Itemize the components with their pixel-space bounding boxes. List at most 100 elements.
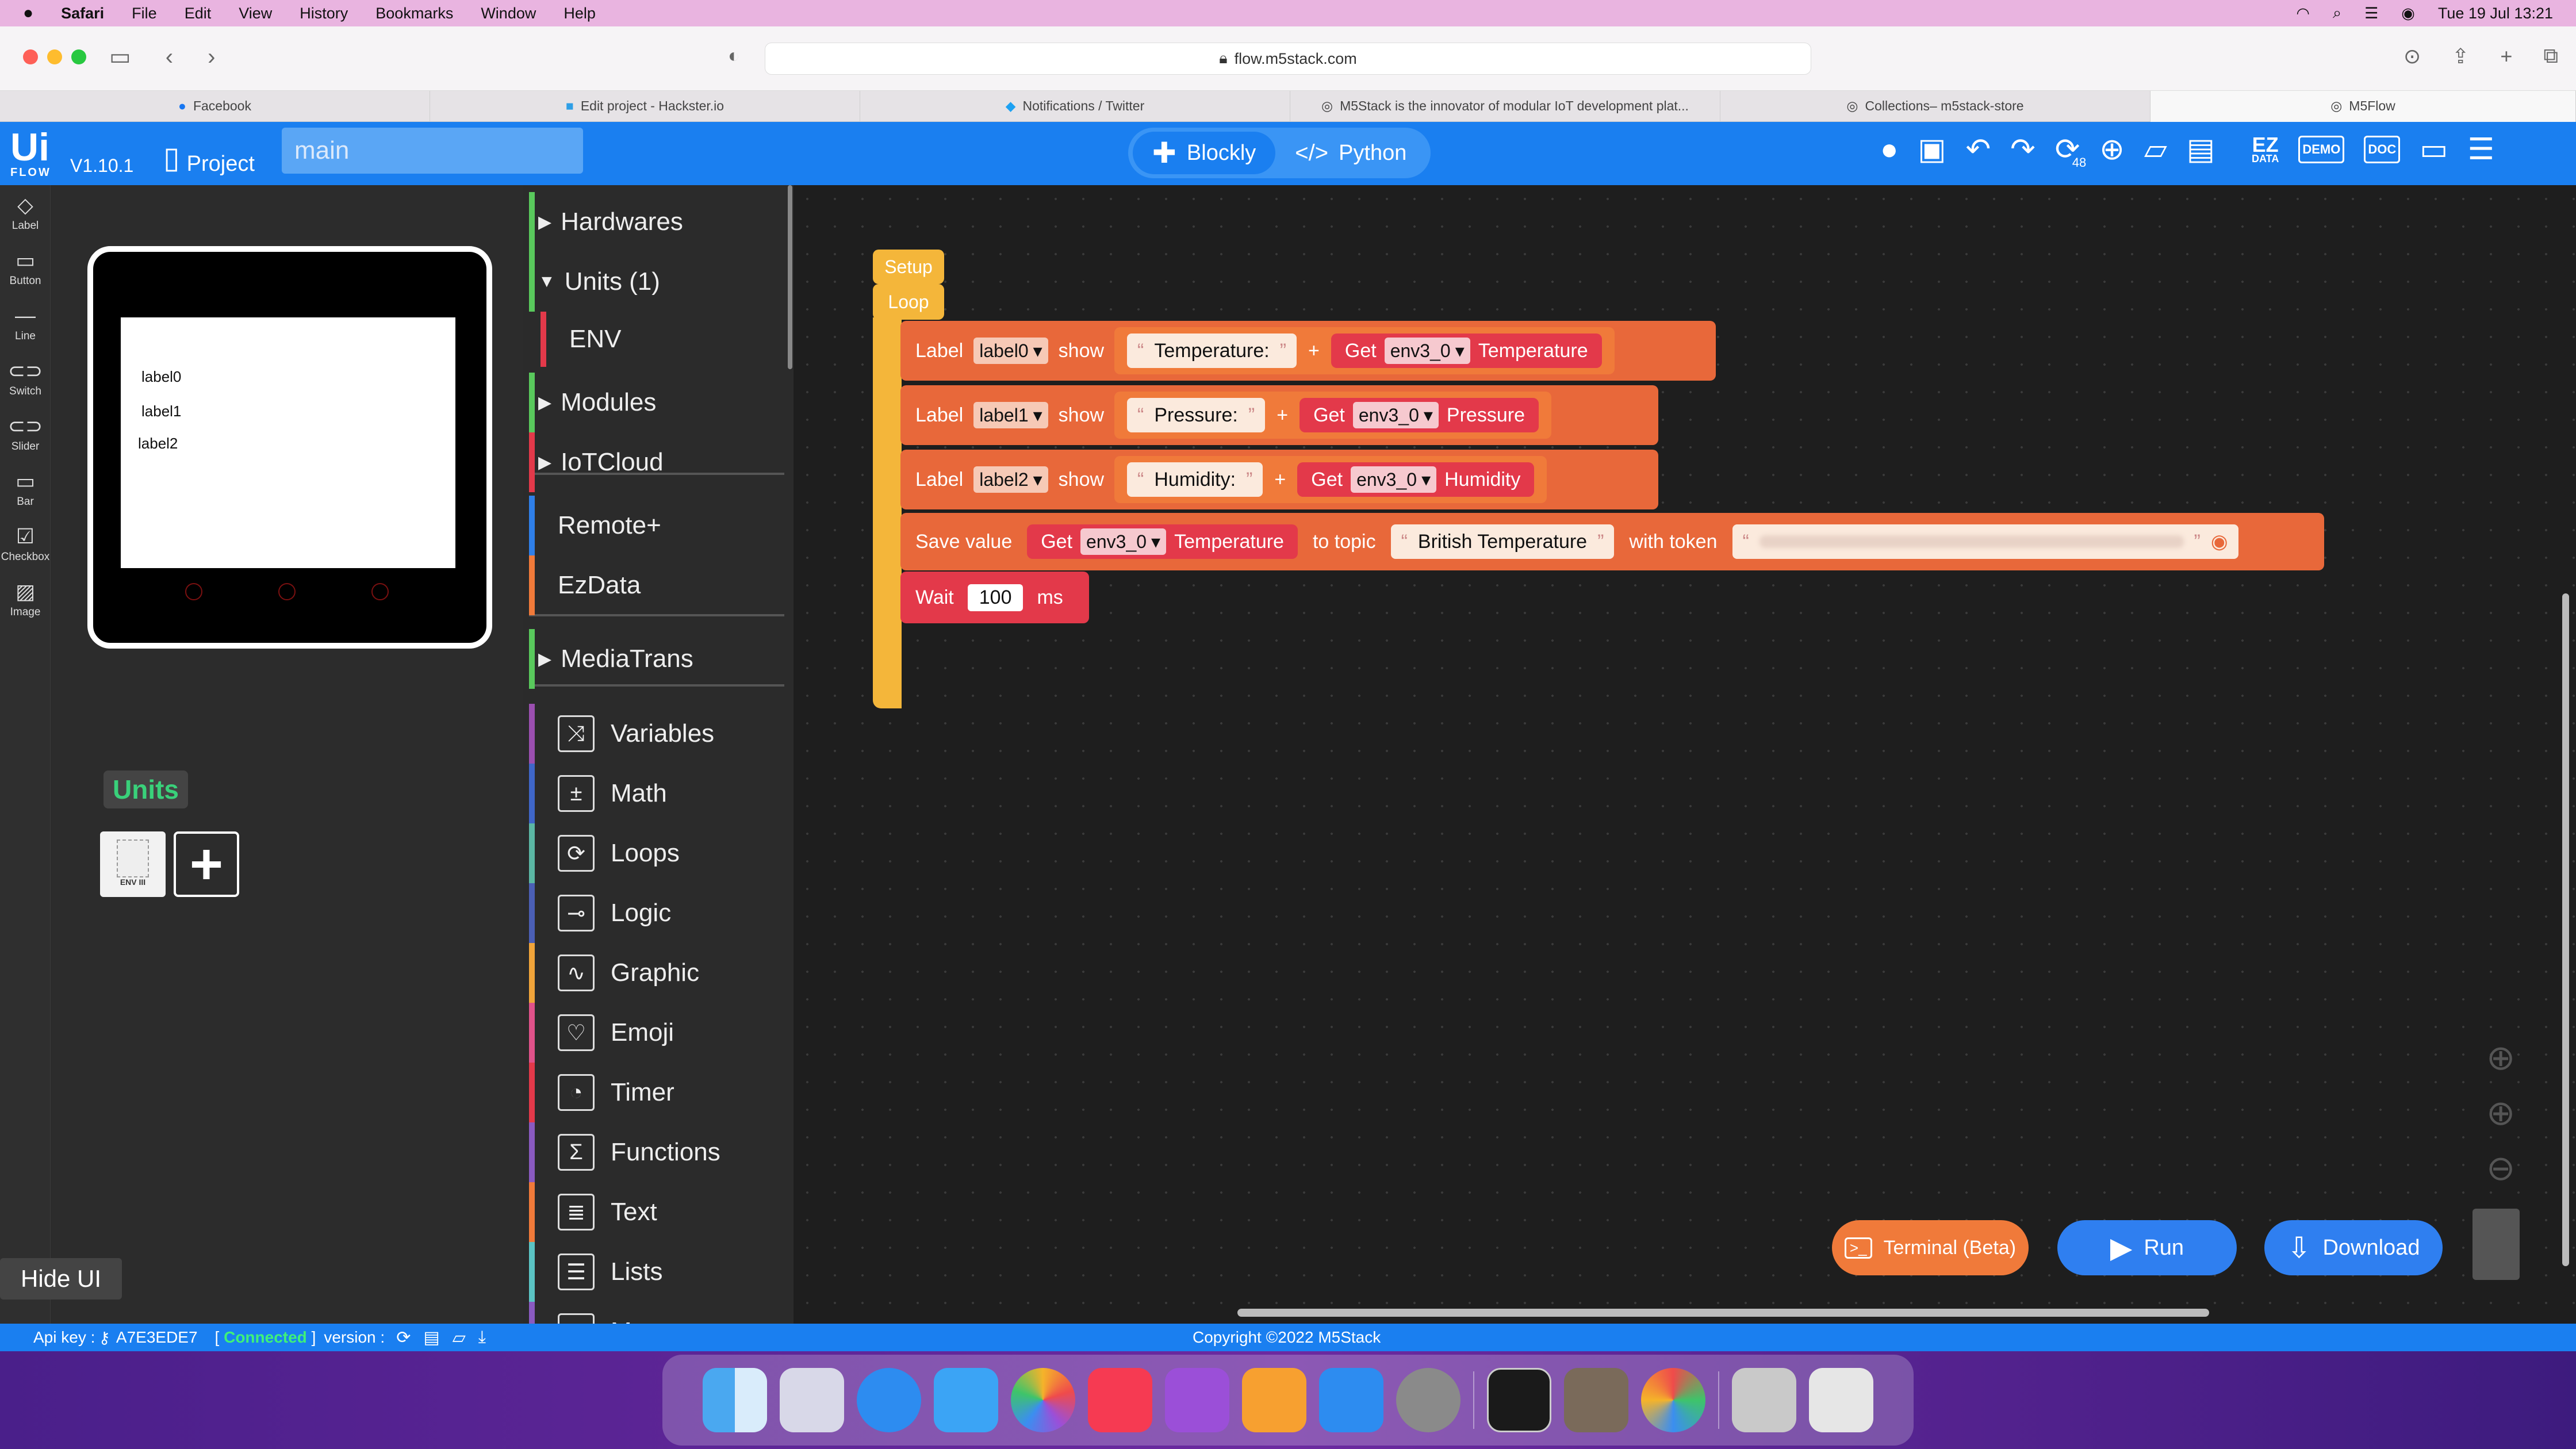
vertical-scrollbar[interactable] [2562,593,2569,1266]
palette-category-hardwares[interactable]: ▶ Hardwares [529,192,785,252]
wait-value-input[interactable]: 100 [967,584,1023,611]
add-unit-button[interactable]: + [174,831,239,897]
forward-icon[interactable]: › [208,44,215,70]
widget-switch[interactable]: ⊂⊃ Switch [0,351,51,406]
palette-scrollbar[interactable] [788,185,792,369]
tab-twitter[interactable]: ◆ Notifications / Twitter [860,90,1290,122]
screen-label2[interactable]: label2 [138,435,178,453]
game-controller-icon[interactable] [1641,1368,1705,1432]
palette-category-graphic[interactable]: ∿ Graphic [529,943,785,1003]
expand-arrow-icon[interactable]: ▶ [538,649,551,669]
palette-category-lists[interactable]: ☰ Lists [529,1242,785,1302]
menu-app-name[interactable]: Safari [61,5,104,22]
doc-button[interactable]: DOC [2364,136,2401,163]
loop-block[interactable]: Loop [873,284,944,320]
sync-icon[interactable]: ⟳ [396,1328,411,1348]
palette-category-variables[interactable]: ⤨ Variables [529,704,785,764]
podcasts-icon[interactable] [1165,1368,1229,1432]
label-dropdown[interactable]: label0 ▾ [973,338,1048,364]
sidebar-toggle-icon[interactable]: ▭ [109,44,131,70]
topic-string[interactable]: “ British Temperature ” [1390,524,1615,559]
sensor-dropdown[interactable]: env3_0 ▾ [1351,466,1437,493]
menu-bookmarks[interactable]: Bookmarks [375,5,453,22]
widget-bar[interactable]: ▭ Bar [0,461,51,516]
tab-m5stack-store[interactable]: ◎ Collections– m5stack-store [1720,90,2150,122]
address-bar[interactable]: 🔒︎ flow.m5stack.com [765,43,1811,75]
tab-blockly[interactable]: ✚ Blockly [1133,132,1276,174]
terminal-app-icon[interactable] [1487,1368,1551,1432]
expand-arrow-icon[interactable]: ▶ [538,453,551,473]
safari-icon[interactable] [857,1368,921,1432]
tab-m5stack[interactable]: ◎ M5Stack is the innovator of modular IoT… [1290,90,1720,122]
widget-slider[interactable]: ⊂⊃ Slider [0,406,51,461]
blockly-workspace[interactable]: Setup Loop Label label0 ▾ show “Temperature:… [793,185,2576,1324]
sensor-dropdown[interactable]: env3_0 ▾ [1080,528,1167,555]
palette-category-ezdata[interactable]: EzData [529,555,785,615]
demo-button[interactable]: DEMO [2298,136,2345,163]
palette-category-mediatrans[interactable]: ▶ MediaTrans [529,629,785,689]
palette-category-emoji[interactable]: ♡ Emoji [529,1003,785,1063]
hide-ui-button[interactable]: Hide UI [0,1258,122,1300]
downloads-stack-icon[interactable] [1732,1368,1796,1432]
widget-line[interactable]: — Line [0,296,51,351]
palette-category-units-1[interactable]: ▼ Units (1) [529,252,785,312]
pages-icon[interactable] [1242,1368,1306,1432]
close-window-button[interactable] [23,49,38,64]
widget-checkbox[interactable]: ☑ Checkbox [0,516,51,572]
string-literal[interactable]: “ Humidity: ” [1127,462,1263,497]
project-menu[interactable]: ▯ Project [163,139,255,177]
expand-arrow-icon[interactable]: ▶ [538,393,551,413]
device-button-c[interactable] [371,583,389,600]
palette-category-iotcloud[interactable]: ▶ IoTCloud [529,432,785,492]
get-sensor-block[interactable]: Get env3_0 ▾ Temperature [1027,524,1298,559]
menu-history[interactable]: History [300,5,348,22]
apple-icon[interactable]: ● [23,3,33,23]
project-name-input[interactable]: main [282,128,583,174]
music-icon[interactable] [1088,1368,1152,1432]
downloads-icon[interactable]: ⊙ [2404,44,2421,68]
join-block[interactable]: “ Temperature: ” + Get env3_0 ▾ Temperature [1114,327,1615,374]
siri-icon[interactable]: ◉ [2401,5,2415,22]
widget-image[interactable]: ▨ Image [0,572,51,627]
back-icon[interactable]: ‹ [166,44,173,70]
screen-label1[interactable]: label1 [141,402,181,420]
device-icon[interactable]: ▣ [1918,132,1946,167]
palette-category-text[interactable]: ≣ Text [529,1182,785,1242]
minimize-window-button[interactable] [47,49,62,64]
palette-category-env[interactable]: ENV [529,312,785,367]
zoom-window-button[interactable] [71,49,86,64]
redo-icon[interactable]: ↷ [2010,132,2035,167]
mail-icon[interactable] [934,1368,998,1432]
privacy-shield-icon[interactable]: ◐ [728,45,740,67]
menu-window[interactable]: Window [481,5,536,22]
tab-facebook[interactable]: ● Facebook [0,90,430,122]
device-preview[interactable]: label0 label1 label2 [87,246,492,649]
label-show-block-0[interactable]: Label label0 ▾ show “Temperature:” + Get env3_0… [900,321,1716,381]
get-sensor-block[interactable]: Get env3_0 ▾ Temperature [1331,334,1602,368]
menu-help[interactable]: Help [564,5,596,22]
terminal-button[interactable]: >_ Terminal (Beta) [1832,1220,2029,1275]
device-button-b[interactable] [278,583,296,600]
trash-bin-icon[interactable] [1809,1368,1873,1432]
token-string[interactable]: “ ” ◉ [1732,524,2238,559]
tab-m5flow[interactable]: ◎ M5Flow [2150,90,2576,122]
palette-category-loops[interactable]: ⟳ Loops [529,823,785,883]
widget-label[interactable]: ◇ Label [0,185,51,240]
screen-label0[interactable]: label0 [141,368,181,386]
expand-arrow-icon[interactable]: ▶ [538,212,551,232]
trash-icon[interactable] [2472,1209,2520,1280]
label-dropdown[interactable]: label2 ▾ [973,466,1048,493]
recenter-icon[interactable]: ⊕ [2486,1030,2515,1086]
feedback-icon[interactable]: ▭ [2420,132,2448,167]
wifi-icon[interactable]: ◠ [2296,5,2310,22]
share-icon[interactable]: ⇪ [2452,44,2469,68]
menu-view[interactable]: View [239,5,272,22]
palette-category-math[interactable]: ± Math [529,764,785,823]
get-sensor-block[interactable]: Get env3_0 ▾ Pressure [1300,398,1539,432]
save-value-block[interactable]: Save value Get env3_0 ▾ Temperature to to… [900,513,2324,570]
widget-button[interactable]: ▭ Button [0,240,51,296]
menubar-clock[interactable]: Tue 19 Jul 13:21 [2438,5,2553,22]
refresh-icon[interactable]: ⟳ 48 [2055,132,2086,170]
launchpad-icon[interactable] [780,1368,844,1432]
spotlight-icon[interactable]: ⌕ [2333,4,2341,22]
